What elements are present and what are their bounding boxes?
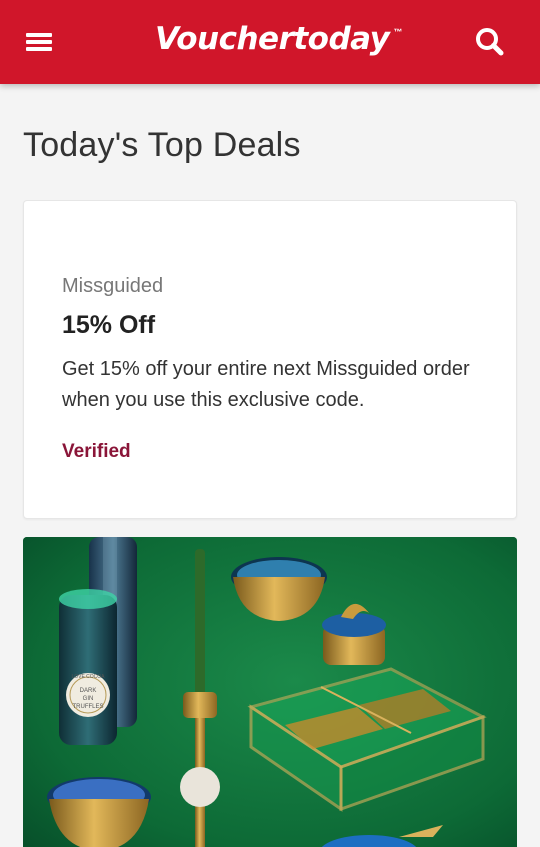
box-label-1: LOVE COCOA: [71, 674, 105, 680]
box-label-2: DARK: [80, 688, 97, 694]
logo-trademark: ™: [393, 27, 403, 37]
site-header: Vouchertoday ™: [0, 0, 540, 84]
deal-card[interactable]: Missguided 15% Off Get 15% off your enti…: [23, 200, 517, 519]
search-icon-graphic: [476, 28, 504, 56]
hamburger-menu-icon[interactable]: [24, 28, 56, 56]
promo-image-card[interactable]: LOVE COCOA DARK GIN TRUFFLES: [23, 537, 517, 847]
logo-text: Vouchertoday: [155, 21, 390, 57]
verified-badge: Verified: [62, 441, 131, 462]
page-title: Today's Top Deals: [23, 126, 301, 164]
menu-bar: [26, 33, 52, 37]
menu-bar: [26, 40, 52, 44]
menu-bar: [26, 47, 52, 51]
homeware-photo: LOVE COCOA DARK GIN TRUFFLES: [23, 537, 517, 847]
deal-discount: 15% Off: [62, 311, 156, 339]
box-label-3: GIN: [83, 696, 94, 702]
deal-brand: Missguided: [62, 275, 164, 297]
box-label-4: TRUFFLES: [72, 704, 103, 710]
search-icon[interactable]: [474, 26, 506, 58]
deal-description: Get 15% off your entire next Missguided …: [62, 358, 470, 411]
site-logo[interactable]: Vouchertoday ™: [155, 14, 402, 64]
